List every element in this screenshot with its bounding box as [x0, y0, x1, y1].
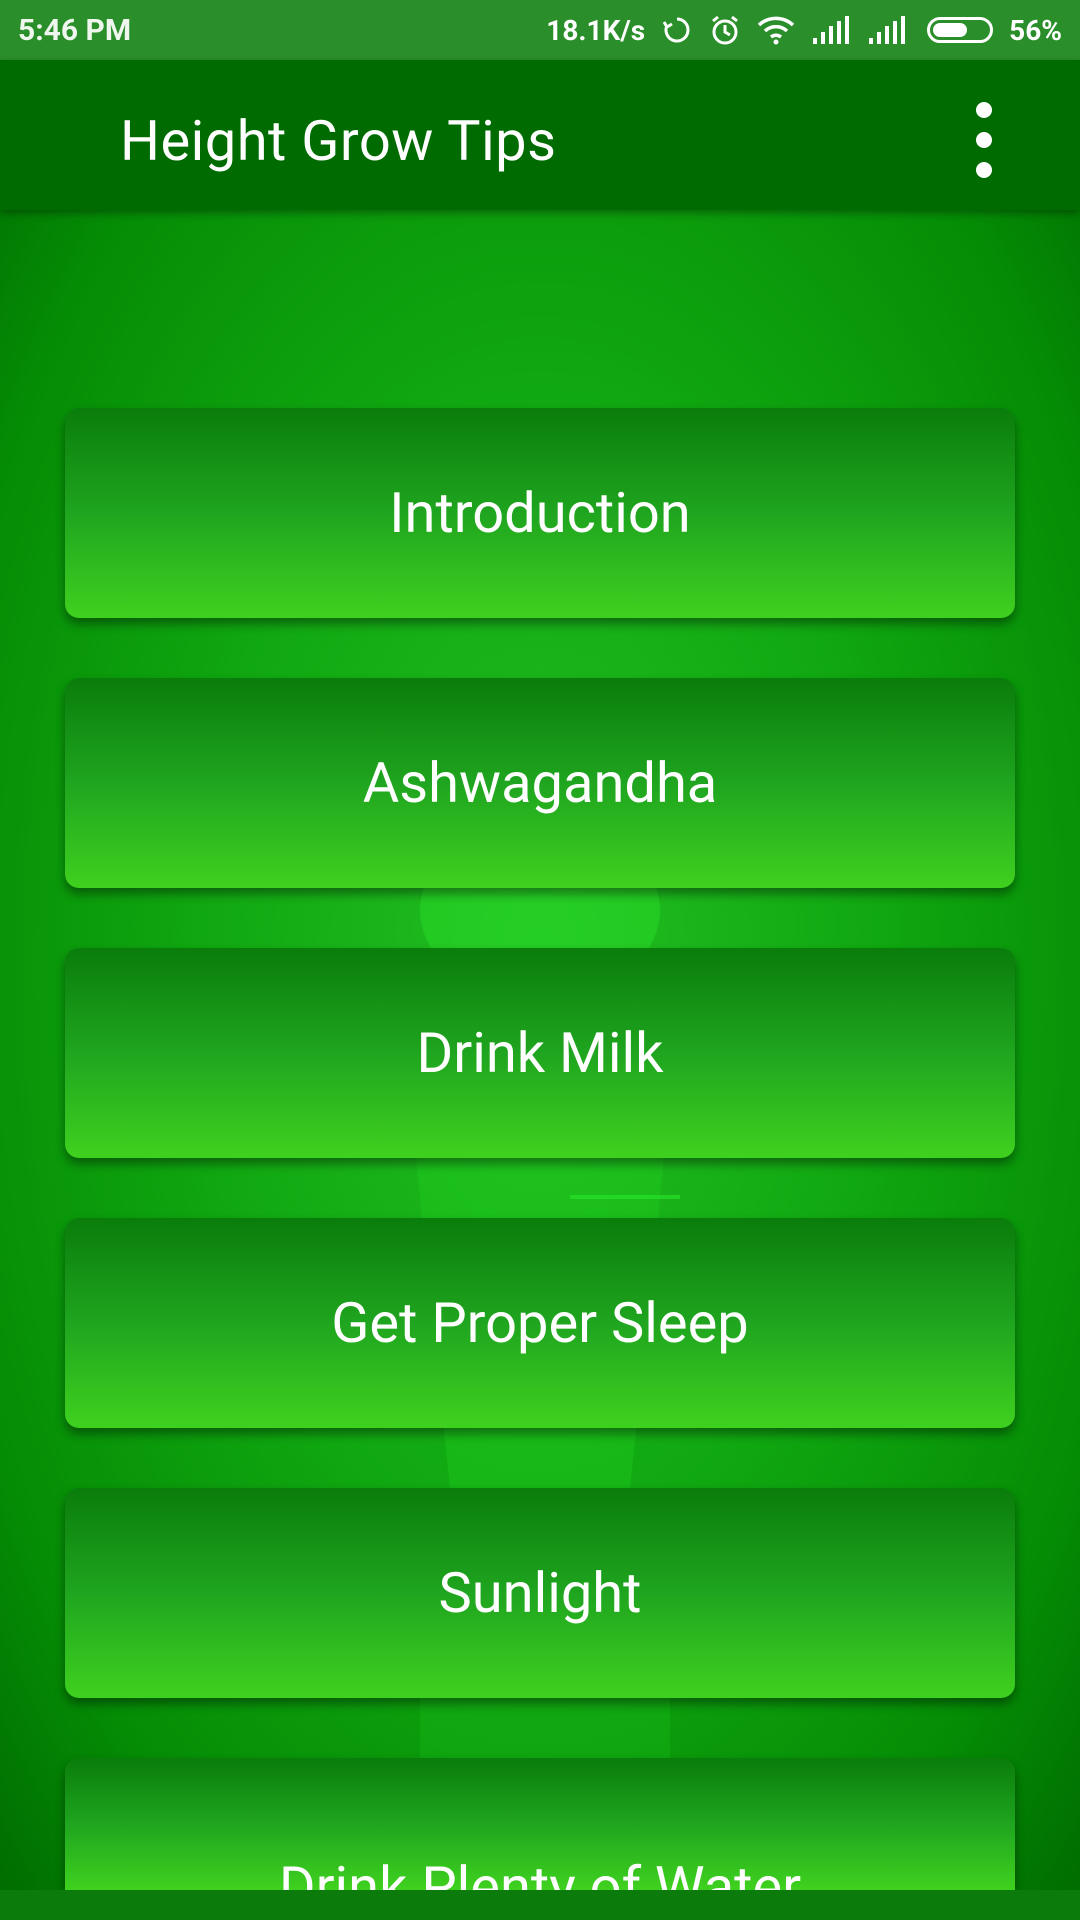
button-label: Drink Plenty of Water [278, 1854, 802, 1890]
button-label: Ashwagandha [362, 750, 718, 816]
battery-percent: 56% [1009, 13, 1062, 47]
app-title: Height Grow Tips [120, 108, 557, 174]
battery-icon [927, 17, 994, 43]
introduction-button[interactable]: Introduction [65, 408, 1015, 618]
drink-milk-button[interactable]: Drink Milk [65, 948, 1015, 1158]
ashwagandha-button[interactable]: Ashwagandha [65, 678, 1015, 888]
sunlight-button[interactable]: Sunlight [65, 1488, 1015, 1698]
status-bar: 5:46 PM 18.1K/s 56% [0, 0, 1080, 60]
button-label: Sunlight [438, 1560, 642, 1626]
get-proper-sleep-button[interactable]: Get Proper Sleep [65, 1218, 1015, 1428]
app-bar: Height Grow Tips [0, 60, 1080, 210]
wifi-icon [757, 15, 795, 45]
button-label: Introduction [389, 480, 691, 546]
bottom-edge [0, 1890, 1080, 1920]
signal-icon [867, 16, 907, 44]
more-vert-icon[interactable] [964, 102, 1004, 178]
drink-plenty-of-water-button[interactable]: Drink Plenty of Water [65, 1758, 1015, 1890]
net-speed: 18.1K/s [546, 13, 646, 47]
sync-icon [661, 14, 693, 46]
button-label: Get Proper Sleep [331, 1290, 749, 1356]
button-label: Drink Milk [416, 1020, 664, 1086]
signal-icon [811, 16, 851, 44]
status-icons: 18.1K/s 56% [546, 14, 1062, 47]
status-time: 5:46 PM [18, 12, 132, 48]
alarm-icon [709, 14, 741, 46]
